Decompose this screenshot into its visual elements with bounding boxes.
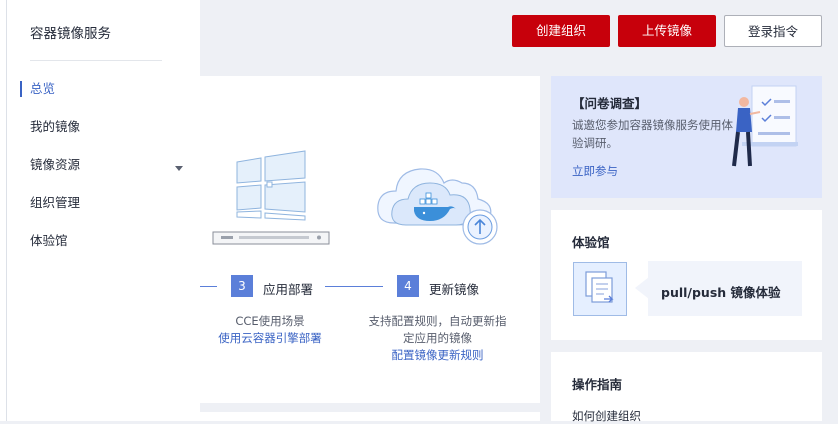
configure-update-rule-link[interactable]: 配置镜像更新规则 (360, 347, 515, 363)
step-number-4: 4 (397, 275, 419, 297)
guide-title: 操作指南 (572, 377, 623, 392)
sidebar-divider (30, 60, 162, 61)
step-desc-deploy: CCE使用场景 (235, 314, 305, 328)
survey-person-illustration (732, 85, 798, 167)
secondary-card (200, 412, 540, 421)
join-survey-link[interactable]: 立即参与 (572, 163, 618, 179)
sidebar-edge-line (6, 0, 7, 421)
sidebar-item-experience[interactable]: 体验馆 (30, 231, 190, 251)
sidebar-item-image-resources[interactable]: 镜像资源 (30, 155, 190, 175)
login-command-button[interactable]: 登录指令 (724, 15, 822, 47)
create-org-button[interactable]: 创建组织 (512, 15, 610, 47)
server-deploy-icon (212, 150, 330, 245)
experience-icon-box (573, 262, 627, 316)
step-label-deploy: 应用部署 (263, 282, 314, 297)
step-desc-update-line1: 支持配置规则，自动更新指 (368, 314, 507, 328)
sidebar-item-org-management[interactable]: 组织管理 (30, 193, 190, 213)
cloud-update-icon (377, 168, 498, 245)
sidebar-item-overview[interactable]: 总览 (30, 79, 190, 99)
sidebar-active-indicator (20, 81, 22, 97)
step-desc-update-line2: 定应用的镜像 (403, 331, 472, 345)
deploy-with-cce-link[interactable]: 使用云容器引擎部署 (205, 330, 335, 346)
chevron-down-icon[interactable] (175, 166, 183, 171)
pull-push-experience-label: pull/push 镜像体验 (661, 285, 781, 300)
guide-item-create-org[interactable]: 如何创建组织 (572, 408, 641, 424)
experience-title: 体验馆 (572, 235, 610, 250)
step-connector (200, 286, 217, 287)
document-copy-icon (585, 271, 614, 303)
sidebar-title: 容器镜像服务 (30, 26, 111, 42)
sidebar: 容器镜像服务 总览 我的镜像 镜像资源 组织管理 体验馆 (0, 0, 200, 421)
step-number-3: 3 (231, 275, 253, 297)
pointer-triangle (635, 277, 649, 299)
step-connector (325, 286, 383, 287)
step-label-update: 更新镜像 (429, 282, 480, 297)
survey-description: 诚邀您参加容器镜像服务使用体验调研。 (572, 118, 733, 150)
sidebar-item-my-images[interactable]: 我的镜像 (30, 117, 190, 137)
survey-title: 【问卷调查】 (572, 96, 648, 111)
upload-image-button[interactable]: 上传镜像 (618, 15, 716, 47)
